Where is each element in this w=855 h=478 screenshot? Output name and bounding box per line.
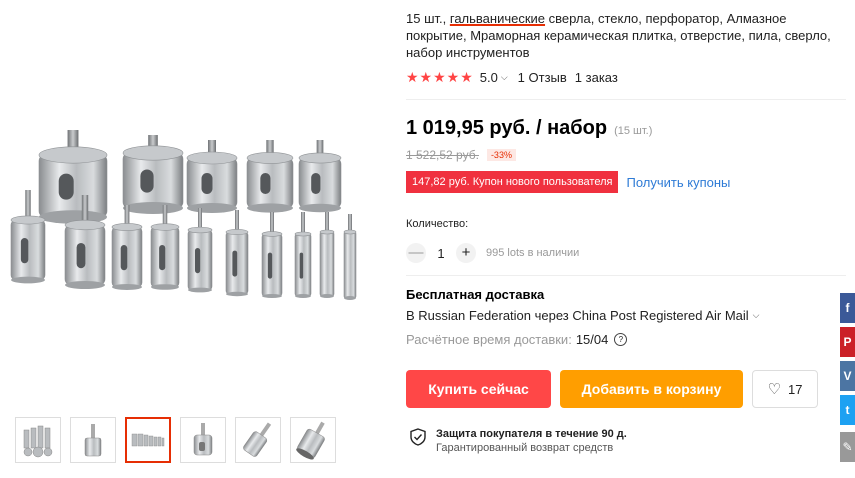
thumbnail-bit-edge-icon	[296, 421, 325, 460]
drill-bit	[225, 210, 249, 297]
drill-bit	[38, 130, 108, 224]
shield-check-icon	[410, 428, 426, 446]
pinterest-share-icon[interactable]: P	[840, 327, 855, 357]
thumbnail-5[interactable]	[235, 417, 281, 463]
shipping-method-selector[interactable]: В Russian Federation через China Post Re…	[406, 308, 760, 323]
thumbnail-set-row-icon	[131, 433, 165, 447]
heart-icon: ♡	[767, 381, 781, 398]
quantity-label: Количество:	[406, 218, 469, 230]
thumbnail-bit-angled-icon	[243, 422, 272, 457]
chevron-down-icon[interactable]: ⌵	[501, 72, 508, 83]
coupon-row: 147,82 руб. Купон нового пользователя По…	[406, 171, 730, 193]
drill-bit	[343, 214, 357, 300]
rating-score[interactable]: 5.0	[480, 70, 498, 85]
drill-bit	[298, 140, 342, 213]
discount-badge: -33%	[486, 149, 516, 161]
orders-count: 1 заказ	[574, 70, 618, 85]
title-prefix: 15 шт.,	[406, 11, 450, 26]
facebook-share-icon[interactable]: f	[840, 293, 855, 323]
divider	[406, 99, 846, 100]
drill-bit	[319, 212, 335, 298]
drill-bit	[150, 205, 180, 290]
add-to-cart-button[interactable]: Добавить в корзину	[560, 370, 743, 408]
drill-bit	[187, 208, 213, 293]
delivery-estimate-label: Расчётное время доставки:	[406, 332, 572, 347]
help-icon[interactable]: ?	[614, 333, 628, 346]
drill-bit	[261, 212, 283, 298]
buyer-protection-title: Защита покупателя в течение 90 д.	[436, 428, 627, 440]
edit-icon[interactable]: ✎	[840, 432, 855, 462]
thumbnail-strip	[15, 417, 336, 463]
shipping-title: Бесплатная доставка	[406, 287, 545, 302]
thumbnail-drill-fan-icon	[23, 425, 53, 458]
quantity-stepper: — 1 + 995 lots в наличии	[406, 243, 579, 263]
drill-bit	[246, 140, 294, 213]
stock-availability: 995 lots в наличии	[486, 247, 580, 259]
thumbnail-1[interactable]	[15, 417, 61, 463]
star-rating-icon: ★★★★★	[406, 69, 474, 85]
delivery-estimate-value: 15/04	[575, 332, 609, 347]
drill-bits-illustration	[10, 130, 357, 300]
chevron-down-icon[interactable]: ⌵	[753, 310, 760, 321]
drill-bit	[294, 212, 312, 298]
vk-share-icon[interactable]: V	[840, 361, 855, 391]
old-price: 1 522,52 руб.	[406, 148, 479, 162]
buy-now-button[interactable]: Купить сейчас	[406, 370, 551, 408]
quantity-minus-button[interactable]: —	[406, 243, 426, 263]
buyer-protection: Защита покупателя в течение 90 д. Гарант…	[410, 428, 627, 454]
old-price-row: 1 522,52 руб. -33%	[406, 148, 516, 162]
divider	[406, 275, 846, 276]
title-highlight: гальванические	[449, 11, 546, 26]
rating-row: ★★★★★ 5.0 ⌵ 1 Отзыв 1 заказ	[406, 69, 618, 86]
wishlist-button[interactable]: ♡ 17	[752, 370, 818, 408]
drill-bit	[122, 135, 184, 214]
drill-bit	[111, 205, 143, 290]
reviews-count[interactable]: 1 Отзыв	[518, 70, 567, 85]
thumbnail-3[interactable]	[125, 417, 171, 463]
drill-bit	[186, 140, 238, 213]
product-main-image[interactable]	[0, 0, 392, 400]
buyer-protection-subtitle: Гарантированный возврат средств	[436, 442, 614, 454]
shipping-route[interactable]: В Russian Federation через China Post Re…	[406, 308, 749, 323]
thumbnail-bit-closeup-icon	[193, 423, 213, 456]
new-user-coupon-badge: 147,82 руб. Купон нового пользователя	[406, 171, 619, 193]
get-coupons-link[interactable]: Получить купоны	[626, 175, 730, 190]
price-per-unit: (15 шт.)	[614, 125, 653, 137]
thumbnail-single-bit-icon	[84, 424, 102, 457]
quantity-value[interactable]: 1	[426, 246, 456, 261]
thumbnail-2[interactable]	[70, 417, 116, 463]
current-price: 1 019,95 руб. / набор	[406, 117, 608, 139]
quantity-plus-button[interactable]: +	[456, 243, 476, 263]
delivery-estimate: Расчётное время доставки: 15/04 ?	[406, 332, 628, 347]
wishlist-count: 17	[787, 381, 803, 397]
price-row: 1 019,95 руб. / набор (15 шт.)	[406, 117, 652, 140]
product-title: 15 шт., гальванические сверла, стекло, п…	[406, 10, 850, 61]
twitter-share-icon[interactable]: t	[840, 395, 855, 425]
thumbnail-4[interactable]	[180, 417, 226, 463]
thumbnail-6[interactable]	[290, 417, 336, 463]
